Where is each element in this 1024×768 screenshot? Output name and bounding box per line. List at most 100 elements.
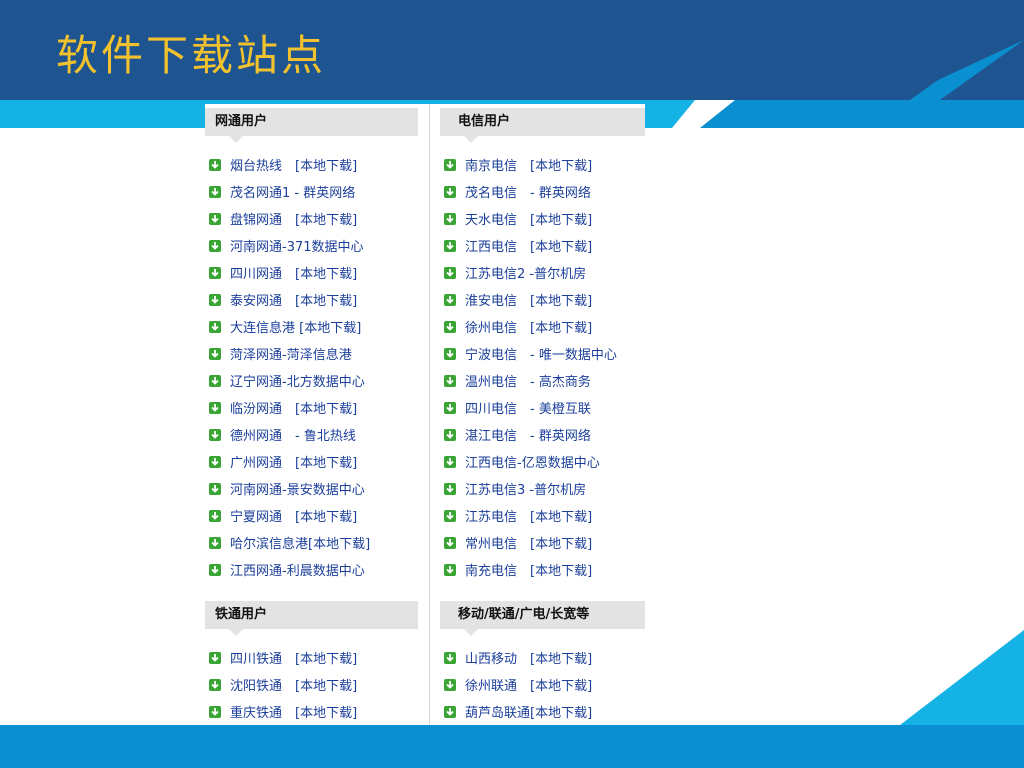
footer-band [0,725,1024,768]
site-list-item[interactable]: 四川铁通 [本地下载] [205,644,418,671]
site-list-item[interactable]: 江西电信 [本地下载] [440,232,645,259]
site-link[interactable]: 江西电信-亿恩数据中心 [465,452,600,471]
site-link[interactable]: 山西移动 [本地下载] [465,648,592,667]
site-list-item[interactable]: 江苏电信3 -普尔机房 [440,475,645,502]
site-list-item[interactable]: 南充电信 [本地下载] [440,556,645,583]
download-arrow-icon [209,482,221,495]
site-list-item[interactable]: 大连信息港 [本地下载] [205,313,418,340]
site-list-item[interactable]: 湛江电信 - 群英网络 [440,421,645,448]
site-link[interactable]: 河南网通-371数据中心 [230,236,364,255]
site-link[interactable]: 茂名电信 - 群英网络 [465,182,591,201]
site-link[interactable]: 茂名网通1 - 群英网络 [230,182,355,201]
download-arrow-icon [444,428,456,441]
site-link[interactable]: 温州电信 - 高杰商务 [465,371,591,390]
site-link[interactable]: 南京电信 [本地下载] [465,155,592,174]
site-list-item[interactable]: 临汾网通 [本地下载] [205,394,418,421]
site-list-item[interactable]: 烟台热线 [本地下载] [205,151,418,178]
download-arrow-icon [444,705,456,718]
site-list-item[interactable]: 常州电信 [本地下载] [440,529,645,556]
section-mobile-unicom: 移动/联通/广电/长宽等 山西移动 [本地下载] 徐州联通 [本地下载] 葫芦岛联通… [440,601,645,725]
download-arrow-icon [209,185,221,198]
site-link[interactable]: 徐州电信 [本地下载] [465,317,592,336]
section-tietong: 铁通用户 四川铁通 [本地下载] 沈阳铁通 [本地下载] 重庆铁通 [本地下载] [205,601,418,725]
site-link[interactable]: 江西电信 [本地下载] [465,236,592,255]
download-arrow-icon [209,293,221,306]
site-link[interactable]: 临汾网通 [本地下载] [230,398,357,417]
download-arrow-icon [209,651,221,664]
site-list-item[interactable]: 茂名网通1 - 群英网络 [205,178,418,205]
site-list-item[interactable]: 四川网通 [本地下载] [205,259,418,286]
site-link[interactable]: 沈阳铁通 [本地下载] [230,675,357,694]
site-list-item[interactable]: 江西电信-亿恩数据中心 [440,448,645,475]
site-list-item[interactable]: 菏泽网通-菏泽信息港 [205,340,418,367]
site-link[interactable]: 徐州联通 [本地下载] [465,675,592,694]
site-link[interactable]: 南充电信 [本地下载] [465,560,592,579]
site-link[interactable]: 湛江电信 - 群英网络 [465,425,591,444]
site-list-item[interactable]: 徐州电信 [本地下载] [440,313,645,340]
site-list-item[interactable]: 宁夏网通 [本地下载] [205,502,418,529]
site-list-item[interactable]: 泰安网通 [本地下载] [205,286,418,313]
site-list-item[interactable]: 茂名电信 - 群英网络 [440,178,645,205]
site-list-item[interactable]: 盘锦网通 [本地下载] [205,205,418,232]
site-link[interactable]: 宁夏网通 [本地下载] [230,506,357,525]
site-link[interactable]: 宁波电信 - 唯一数据中心 [465,344,617,363]
site-list-item[interactable]: 天水电信 [本地下载] [440,205,645,232]
section-header-netcom: 网通用户 [205,108,418,143]
site-link[interactable]: 江苏电信 [本地下载] [465,506,592,525]
site-list-item[interactable]: 河南网通-371数据中心 [205,232,418,259]
site-link[interactable]: 河南网通-景安数据中心 [230,479,365,498]
site-link[interactable]: 四川铁通 [本地下载] [230,648,357,667]
site-link[interactable]: 烟台热线 [本地下载] [230,155,357,174]
site-list-item[interactable]: 江西网通-利晨数据中心 [205,556,418,583]
site-list-item[interactable]: 葫芦岛联通[本地下载] [440,698,645,725]
site-list-item[interactable]: 淮安电信 [本地下载] [440,286,645,313]
site-list-item[interactable]: 温州电信 - 高杰商务 [440,367,645,394]
section-telecom: 电信用户 南京电信 [本地下载] 茂名电信 - 群英网络 天水电信 [本地下载] 江西… [440,108,645,583]
download-arrow-icon [444,651,456,664]
site-list-item[interactable]: 德州网通 - 鲁北热线 [205,421,418,448]
site-list-item[interactable]: 徐州联通 [本地下载] [440,671,645,698]
download-arrow-icon [444,158,456,171]
site-list-item[interactable]: 宁波电信 - 唯一数据中心 [440,340,645,367]
site-list-item[interactable]: 江苏电信 [本地下载] [440,502,645,529]
site-list-item[interactable]: 江苏电信2 -普尔机房 [440,259,645,286]
site-link[interactable]: 泰安网通 [本地下载] [230,290,357,309]
site-list-telecom: 南京电信 [本地下载] 茂名电信 - 群英网络 天水电信 [本地下载] 江西电信 [本… [440,151,645,583]
site-link[interactable]: 辽宁网通-北方数据中心 [230,371,365,390]
site-list-mobile-unicom: 山西移动 [本地下载] 徐州联通 [本地下载] 葫芦岛联通[本地下载] [440,644,645,725]
site-link[interactable]: 天水电信 [本地下载] [465,209,592,228]
site-link[interactable]: 德州网通 - 鲁北热线 [230,425,356,444]
site-list-item[interactable]: 辽宁网通-北方数据中心 [205,367,418,394]
site-list-item[interactable]: 哈尔滨信息港[本地下载] [205,529,418,556]
download-arrow-icon [209,374,221,387]
site-link[interactable]: 哈尔滨信息港[本地下载] [230,533,370,552]
download-arrow-icon [209,347,221,360]
site-list-item[interactable]: 四川电信 - 美橙互联 [440,394,645,421]
site-link[interactable]: 菏泽网通-菏泽信息港 [230,344,352,363]
download-arrow-icon [209,212,221,225]
site-link[interactable]: 江西网通-利晨数据中心 [230,560,365,579]
site-link[interactable]: 重庆铁通 [本地下载] [230,702,357,721]
site-link[interactable]: 盘锦网通 [本地下载] [230,209,357,228]
download-arrow-icon [209,678,221,691]
site-link[interactable]: 葫芦岛联通[本地下载] [465,702,592,721]
site-link[interactable]: 四川网通 [本地下载] [230,263,357,282]
slide-title: 软件下载站点 [56,31,327,80]
site-link[interactable]: 四川电信 - 美橙互联 [465,398,591,417]
site-list-item[interactable]: 广州网通 [本地下载] [205,448,418,475]
site-link[interactable]: 常州电信 [本地下载] [465,533,592,552]
download-arrow-icon [444,401,456,414]
site-link[interactable]: 淮安电信 [本地下载] [465,290,592,309]
site-list-item[interactable]: 山西移动 [本地下载] [440,644,645,671]
site-link[interactable]: 江苏电信2 -普尔机房 [465,263,586,282]
site-list-item[interactable]: 河南网通-景安数据中心 [205,475,418,502]
site-list-item[interactable]: 重庆铁通 [本地下载] [205,698,418,725]
download-arrow-icon [209,320,221,333]
site-link[interactable]: 大连信息港 [本地下载] [230,317,361,336]
site-list-item[interactable]: 沈阳铁通 [本地下载] [205,671,418,698]
site-link[interactable]: 广州网通 [本地下载] [230,452,357,471]
download-arrow-icon [209,563,221,576]
site-list-item[interactable]: 南京电信 [本地下载] [440,151,645,178]
site-link[interactable]: 江苏电信3 -普尔机房 [465,479,586,498]
site-list-tietong: 四川铁通 [本地下载] 沈阳铁通 [本地下载] 重庆铁通 [本地下载] [205,644,418,725]
